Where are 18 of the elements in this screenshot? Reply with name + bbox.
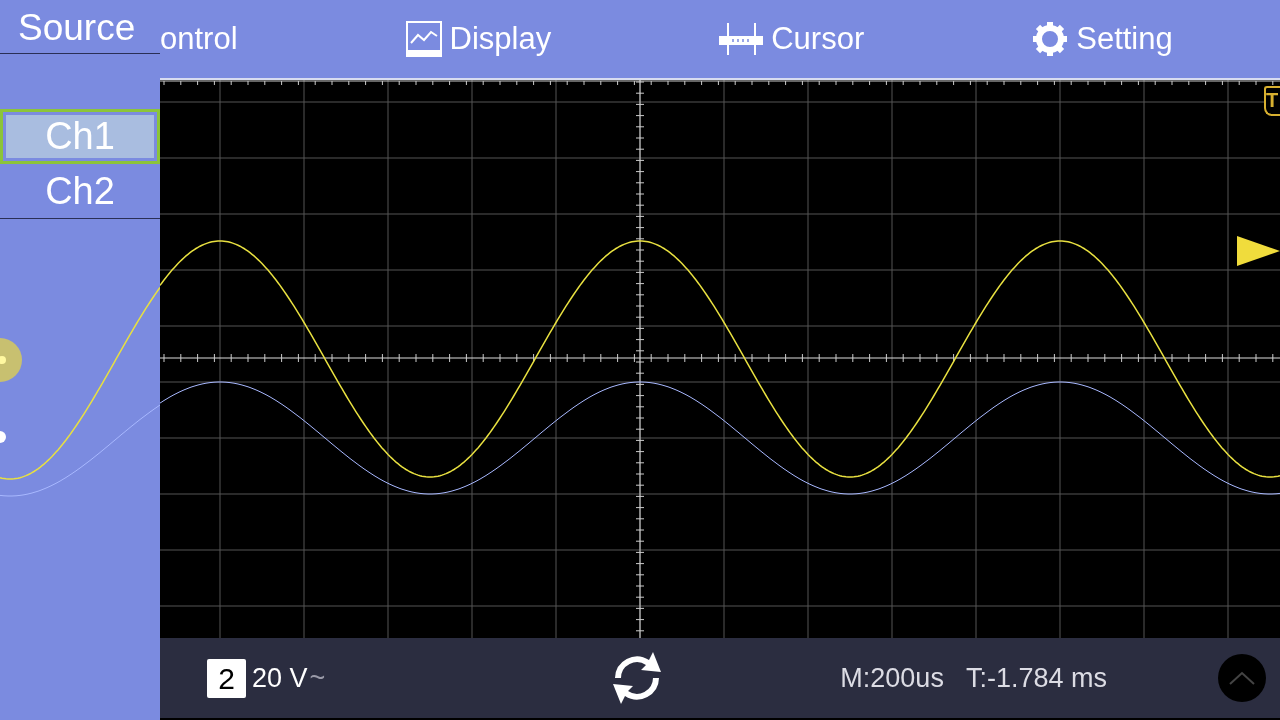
ruler-icon: [719, 21, 764, 57]
timebase-reading: M:200us: [840, 662, 944, 694]
trigger-level-marker: [1237, 236, 1280, 266]
coupling-label: ~: [309, 662, 326, 694]
chevron-up-icon: [1228, 670, 1256, 686]
menu-tab[interactable]: Cursor: [719, 21, 865, 57]
menu-tab[interactable]: Setting: [1032, 21, 1173, 57]
trigger-offset-reading: T:-1.784 ms: [965, 662, 1107, 694]
menu-tab[interactable]: ontrol: [160, 21, 238, 57]
volts-per-division: 20 V: [252, 662, 308, 694]
menu-tab[interactable]: Display: [405, 21, 552, 57]
channel-option[interactable]: Ch1: [0, 109, 160, 164]
channel-level-marker: [0, 431, 6, 443]
settings-icon: [1032, 21, 1069, 57]
channel-badge: 2: [207, 658, 246, 698]
trigger-marker: T: [1264, 86, 1280, 116]
chart-icon: [405, 21, 442, 57]
channel-level-marker: [0, 338, 22, 382]
